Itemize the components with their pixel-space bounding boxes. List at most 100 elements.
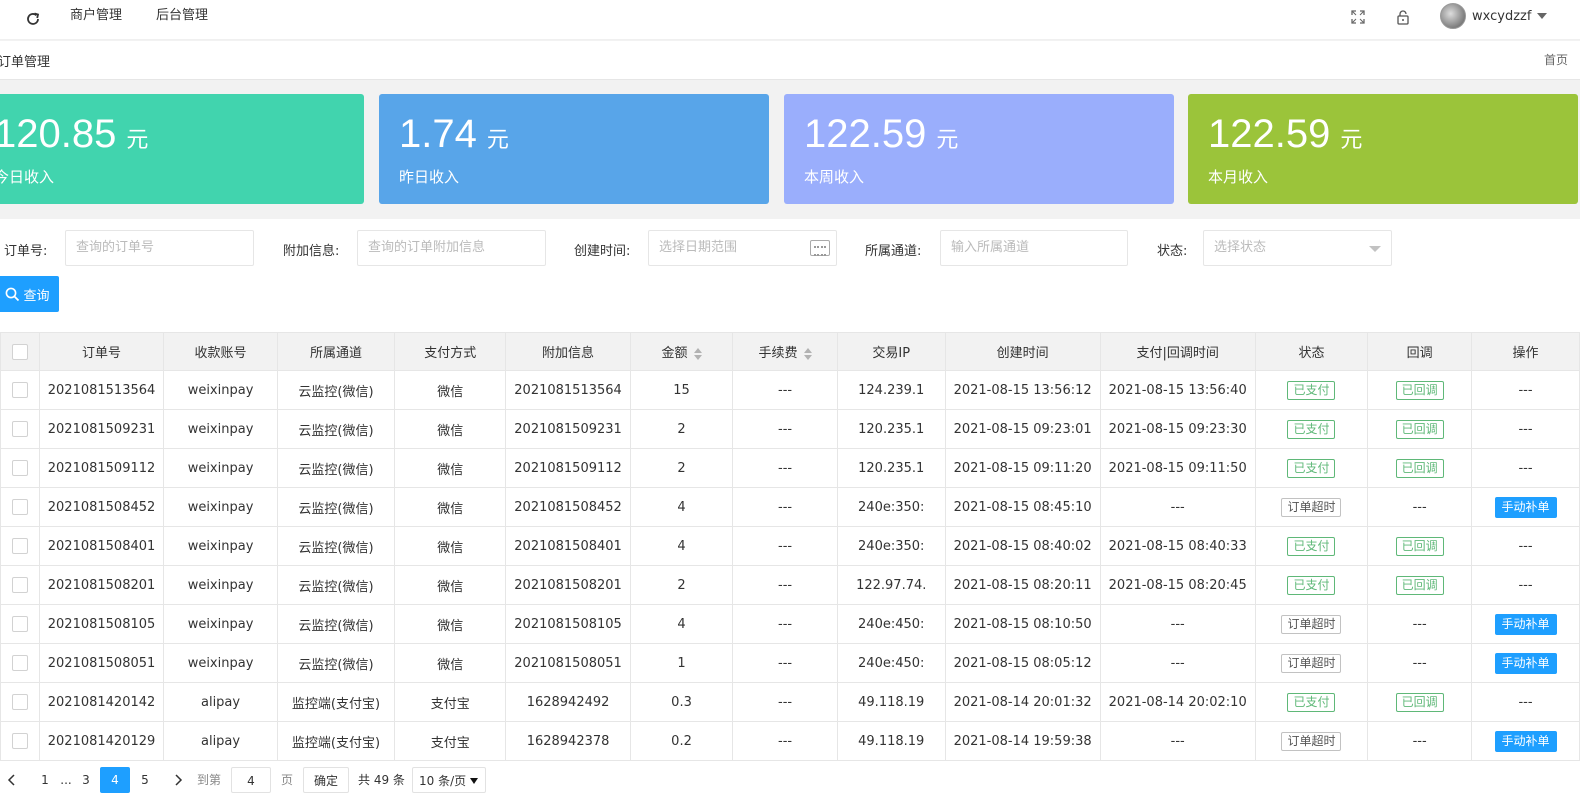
stat-unit: 元: [936, 127, 959, 152]
table-row: 2021081513564 weixinpay 云监控(微信) 微信 202108151…: [0, 370, 1580, 410]
cell-channel: 云监控(微信): [276, 487, 396, 527]
next-page-icon[interactable]: [172, 767, 186, 793]
extra-label: 附加信息:: [283, 244, 340, 259]
channel-input[interactable]: 输入所属通道: [940, 230, 1128, 266]
cell-account: weixinpay: [163, 487, 278, 527]
callback-badge: 已回调: [1395, 536, 1444, 556]
cell-channel: 云监控(微信): [276, 409, 396, 449]
sort-icon[interactable]: [693, 347, 702, 360]
cell-order: 2021081420142: [38, 682, 165, 722]
cell-channel: 云监控(微信): [276, 448, 396, 488]
query-button[interactable]: 查询: [0, 276, 59, 312]
nav-merchant[interactable]: 商户管理: [70, 0, 122, 40]
status-select[interactable]: 选择状态: [1203, 230, 1392, 266]
table-row: 2021081420142 alipay 监控端(支付宝) 支付宝 1628942492…: [0, 682, 1580, 722]
checkbox-icon[interactable]: [11, 343, 28, 360]
checkbox-icon[interactable]: [11, 538, 28, 554]
col-amount-label: 金额: [661, 346, 688, 361]
checkbox-icon[interactable]: [11, 733, 28, 749]
cell-status: 已支付: [1254, 448, 1369, 488]
col-fee[interactable]: 手续费: [732, 332, 838, 371]
cell-method: 微信: [394, 604, 507, 644]
goto-page-input[interactable]: 4: [231, 767, 271, 793]
manual-fill-button[interactable]: 手动补单: [1494, 652, 1557, 674]
checkbox-icon[interactable]: [11, 382, 28, 398]
refresh-icon[interactable]: [22, 8, 44, 30]
stat-value: 1.74: [399, 112, 477, 156]
extra-input[interactable]: 查询的订单附加信息: [357, 230, 546, 266]
checkbox-icon[interactable]: [11, 460, 28, 476]
row-select-cell[interactable]: [0, 643, 40, 683]
row-select-cell[interactable]: [0, 448, 40, 488]
prev-page-icon[interactable]: [4, 767, 18, 793]
cell-created: 2021-08-14 20:01:32: [944, 682, 1101, 722]
goto-confirm-button[interactable]: 确定: [303, 767, 349, 793]
cell-account: weixinpay: [163, 370, 278, 410]
checkbox-icon[interactable]: [11, 694, 28, 710]
lock-icon[interactable]: [1393, 8, 1413, 26]
cell-action[interactable]: 手动补单: [1471, 721, 1580, 761]
cell-callback: 已回调: [1367, 526, 1473, 566]
cell-ip: 240e:450:: [836, 643, 946, 683]
col-amount[interactable]: 金额: [629, 332, 734, 371]
cell-method: 微信: [394, 448, 507, 488]
manual-fill-button[interactable]: 手动补单: [1494, 730, 1557, 752]
callback-badge: ---: [1412, 499, 1427, 515]
page-5[interactable]: 5: [132, 767, 158, 793]
cell-method: 微信: [394, 487, 507, 527]
checkbox-icon[interactable]: [11, 577, 28, 593]
select-all-cell[interactable]: [0, 332, 40, 371]
cell-amount: 15: [629, 370, 734, 410]
stats-row: 120.85 元 今日收入 1.74 元 昨日收入 122.59 元 本周收入 122…: [0, 81, 1580, 219]
cell-order: 2021081508401: [38, 526, 165, 566]
row-select-cell[interactable]: [0, 526, 40, 566]
date-range-input[interactable]: 选择日期范围: [648, 230, 837, 266]
row-select-cell[interactable]: [0, 565, 40, 605]
orders-table: 订单号 收款账号 所属通道 支付方式 附加信息 金额 手续费 交易IP 创建时间…: [0, 332, 1580, 761]
col-created: 创建时间: [944, 332, 1101, 371]
user-menu[interactable]: wxcydzzf: [1440, 3, 1548, 29]
tab-home[interactable]: 首页: [1544, 51, 1568, 68]
checkbox-icon[interactable]: [11, 655, 28, 671]
page-3[interactable]: 3: [73, 767, 99, 793]
order-no-input[interactable]: 查询的订单号: [65, 230, 254, 266]
row-select-cell[interactable]: [0, 370, 40, 410]
checkbox-icon[interactable]: [11, 616, 28, 632]
avatar: [1440, 3, 1466, 29]
tab-bar: 订单管理 首页: [0, 41, 1580, 80]
page-current[interactable]: 4: [100, 767, 130, 793]
nav-admin[interactable]: 后台管理: [156, 0, 208, 40]
cell-paid: 2021-08-15 13:56:40: [1099, 370, 1256, 410]
callback-badge: 已回调: [1395, 458, 1444, 478]
tab-order-management[interactable]: 订单管理: [0, 51, 50, 70]
cell-extra: 2021081508051: [505, 643, 631, 683]
cell-extra: 1628942378: [505, 721, 631, 761]
cell-callback: 已回调: [1367, 682, 1473, 722]
page-size-select[interactable]: 10 条/页: [412, 767, 486, 793]
top-bar: 商户管理 后台管理 wxcydzzf: [0, 0, 1580, 40]
row-select-cell[interactable]: [0, 409, 40, 449]
manual-fill-button[interactable]: 手动补单: [1494, 496, 1557, 518]
row-select-cell[interactable]: [0, 604, 40, 644]
row-select-cell[interactable]: [0, 487, 40, 527]
sort-icon[interactable]: [803, 347, 812, 360]
cell-method: 微信: [394, 643, 507, 683]
checkbox-icon[interactable]: [11, 499, 28, 515]
cell-method: 支付宝: [394, 682, 507, 722]
stat-card-today: 120.85 元 今日收入: [0, 94, 364, 204]
manual-fill-button[interactable]: 手动补单: [1494, 613, 1557, 635]
cell-channel: 监控端(支付宝): [276, 721, 396, 761]
created-label: 创建时间:: [574, 244, 631, 259]
cell-paid: 2021-08-14 20:02:10: [1099, 682, 1256, 722]
status-badge: 订单超时: [1281, 653, 1342, 673]
checkbox-icon[interactable]: [11, 421, 28, 437]
row-select-cell[interactable]: [0, 682, 40, 722]
cell-created: 2021-08-14 19:59:38: [944, 721, 1101, 761]
cell-action[interactable]: 手动补单: [1471, 487, 1580, 527]
cell-action[interactable]: 手动补单: [1471, 604, 1580, 644]
callback-badge: ---: [1412, 616, 1427, 632]
col-paid: 支付|回调时间: [1099, 332, 1256, 371]
cell-action[interactable]: 手动补单: [1471, 643, 1580, 683]
fullscreen-icon[interactable]: [1348, 8, 1368, 26]
row-select-cell[interactable]: [0, 721, 40, 761]
